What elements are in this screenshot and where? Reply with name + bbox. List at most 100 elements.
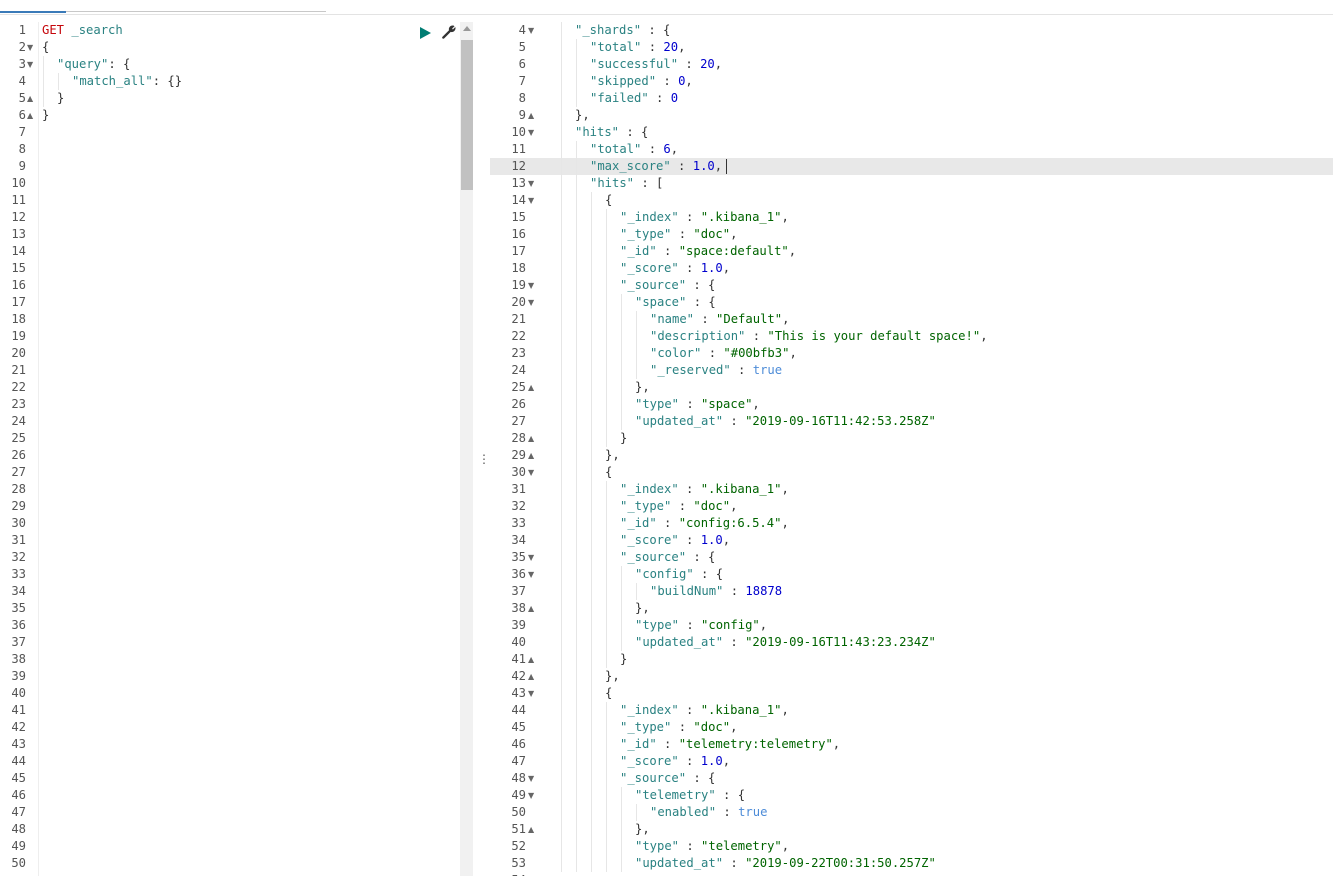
response-code-line[interactable]: }, (560, 821, 650, 838)
response-code-line[interactable]: "_type" : "doc", (560, 226, 737, 243)
response-viewer[interactable]: 4 ▼ 5 6 7 8 9 ▲ 10 ▼ 11 12 13 ▼ 14 ▼ 15 16 17 18 19 ▼ 20 ▼ 21 22 2… (490, 22, 1333, 876)
response-code-line[interactable]: "_source" : { (560, 277, 715, 294)
response-code-line[interactable]: "type" : "config", (560, 617, 767, 634)
response-code-line[interactable]: "hits" : [ (560, 175, 663, 192)
fold-expand-icon[interactable]: ▲ (528, 379, 534, 396)
response-code-line[interactable]: "config" : { (560, 566, 723, 583)
fold-expand-icon[interactable]: ▲ (528, 821, 534, 838)
run-request-button[interactable] (418, 26, 432, 40)
response-code-line[interactable]: }, (560, 600, 650, 617)
line-number: 30 (11, 516, 26, 530)
response-code-line[interactable]: "successful" : 20, (560, 56, 722, 73)
scroll-up-arrow-icon[interactable] (463, 26, 471, 31)
response-code-line[interactable]: "_reserved" : true (560, 362, 782, 379)
fold-collapse-icon[interactable]: ▼ (528, 549, 534, 566)
response-code-line[interactable]: "color" : "#00bfb3", (560, 345, 797, 362)
fold-expand-icon[interactable]: ▲ (528, 107, 534, 124)
token-punc: , (752, 397, 760, 411)
token-num: 1.0 (700, 754, 723, 768)
token-punc: : { (686, 295, 716, 309)
response-code-line[interactable]: { (560, 464, 612, 481)
fold-collapse-icon[interactable]: ▼ (27, 39, 33, 56)
request-editor[interactable]: 1 2 3 4 5 6 7 8 9 10 11 12 13 14 15 16 17 18 19 20 21 22 23 24 2… (0, 22, 460, 876)
response-code-line[interactable]: "_id" : "space:default", (560, 243, 796, 260)
response-code-line[interactable]: "total" : 6, (560, 141, 678, 158)
request-code-line[interactable]: { (42, 39, 49, 56)
response-code-line[interactable]: { (560, 192, 612, 209)
response-code-line[interactable]: }, (560, 379, 650, 396)
response-code-line[interactable]: "telemetry" : { (560, 787, 745, 804)
line-number: 29 (11, 499, 26, 513)
response-code-line[interactable]: "_type" : "doc", (560, 719, 737, 736)
fold-expand-icon[interactable]: ▲ (27, 90, 33, 107)
response-code-line[interactable]: } (560, 430, 627, 447)
response-code-line[interactable]: "updated_at" : "2019-09-16T11:42:53.258Z… (560, 413, 936, 430)
request-code-line[interactable]: GET _search (42, 22, 123, 39)
fold-expand-icon[interactable]: ▲ (27, 107, 33, 124)
fold-expand-icon[interactable]: ▲ (528, 668, 534, 685)
request-scrollbar-thumb[interactable] (461, 40, 473, 190)
request-code-line[interactable]: } (42, 90, 64, 107)
response-code-line[interactable]: "_index" : ".kibana_1", (560, 209, 789, 226)
response-code-line[interactable]: "_source" : { (560, 770, 715, 787)
response-code-line[interactable]: "_id" : "telemetry:telemetry", (560, 736, 840, 753)
fold-collapse-icon[interactable]: ▼ (528, 464, 534, 481)
response-code-line[interactable]: "description" : "This is your default sp… (560, 328, 988, 345)
fold-collapse-icon[interactable]: ▼ (528, 770, 534, 787)
request-code-line[interactable]: "query": { (42, 56, 130, 73)
response-code-line[interactable]: "updated_at" : "2019-09-22T00:31:50.257Z… (560, 855, 936, 872)
wrench-settings-button[interactable] (441, 24, 457, 40)
response-code-line[interactable]: "enabled" : true (560, 804, 767, 821)
response-code-line[interactable]: "space" : { (560, 294, 716, 311)
response-code-line[interactable]: { (560, 685, 612, 702)
response-code-line[interactable]: "_score" : 1.0, (560, 260, 730, 277)
response-code-line[interactable]: "_score" : 1.0, (560, 753, 730, 770)
response-code-line[interactable]: "_index" : ".kibana_1", (560, 481, 789, 498)
response-code-line[interactable]: "_source" : { (560, 549, 715, 566)
fold-expand-icon[interactable]: ▲ (528, 651, 534, 668)
response-code-line[interactable]: } (560, 651, 627, 668)
response-code-line[interactable]: "buildNum" : 18878 (560, 583, 782, 600)
fold-expand-icon[interactable]: ▲ (528, 447, 534, 464)
response-code-line[interactable]: "_type" : "doc", (560, 498, 737, 515)
fold-expand-icon[interactable]: ▲ (528, 600, 534, 617)
fold-collapse-icon[interactable]: ▼ (528, 685, 534, 702)
response-code-line[interactable]: "failed" : 0 (560, 90, 678, 107)
fold-collapse-icon[interactable]: ▼ (528, 175, 534, 192)
request-code-line[interactable]: "match_all": {} (42, 73, 182, 90)
response-code-line[interactable]: "updated_at" : "2019-09-16T11:43:23.234Z… (560, 634, 936, 651)
response-code-line[interactable]: "max_score" : 1.0, (560, 158, 722, 175)
response-code-line[interactable]: "type" : "telemetry", (560, 838, 789, 855)
response-code-line[interactable]: "total" : 20, (560, 39, 685, 56)
line-number: 21 (11, 363, 26, 377)
fold-collapse-icon[interactable]: ▼ (528, 277, 534, 294)
fold-collapse-icon[interactable]: ▼ (528, 192, 534, 209)
request-code-line[interactable]: } (42, 107, 49, 124)
response-code-line[interactable]: "skipped" : 0, (560, 73, 693, 90)
pane-resize-handle[interactable]: ⋮ (478, 452, 490, 466)
tab-bar-divider (66, 11, 326, 12)
fold-collapse-icon[interactable]: ▼ (27, 56, 33, 73)
fold-collapse-icon[interactable]: ▼ (528, 566, 534, 583)
line-number: 9 (518, 108, 526, 122)
response-code-line[interactable]: "_index" : ".kibana_1", (560, 702, 789, 719)
response-code-line[interactable]: "type" : "space", (560, 396, 760, 413)
response-code-line[interactable]: "_score" : 1.0, (560, 532, 730, 549)
active-tab-indicator[interactable] (0, 11, 66, 13)
response-code-line[interactable]: "hits" : { (560, 124, 648, 141)
fold-collapse-icon[interactable]: ▼ (528, 294, 534, 311)
response-code-line[interactable]: }, (560, 447, 620, 464)
fold-expand-icon[interactable]: ▲ (528, 430, 534, 447)
line-number: 32 (511, 499, 526, 513)
fold-collapse-icon[interactable]: ▼ (528, 22, 534, 39)
token-str: "Default" (716, 312, 783, 326)
response-code-line[interactable]: "_id" : "config:6.5.4", (560, 515, 789, 532)
fold-collapse-icon[interactable]: ▼ (528, 124, 534, 141)
fold-collapse-icon[interactable]: ▼ (528, 787, 534, 804)
response-code-line[interactable]: "_shards" : { (560, 22, 670, 39)
response-code-line[interactable]: }, (560, 107, 590, 124)
token-punc: : (723, 635, 746, 649)
response-code-line[interactable]: "name" : "Default", (560, 311, 789, 328)
token-punc: , (781, 703, 789, 717)
response-code-line[interactable]: }, (560, 668, 620, 685)
